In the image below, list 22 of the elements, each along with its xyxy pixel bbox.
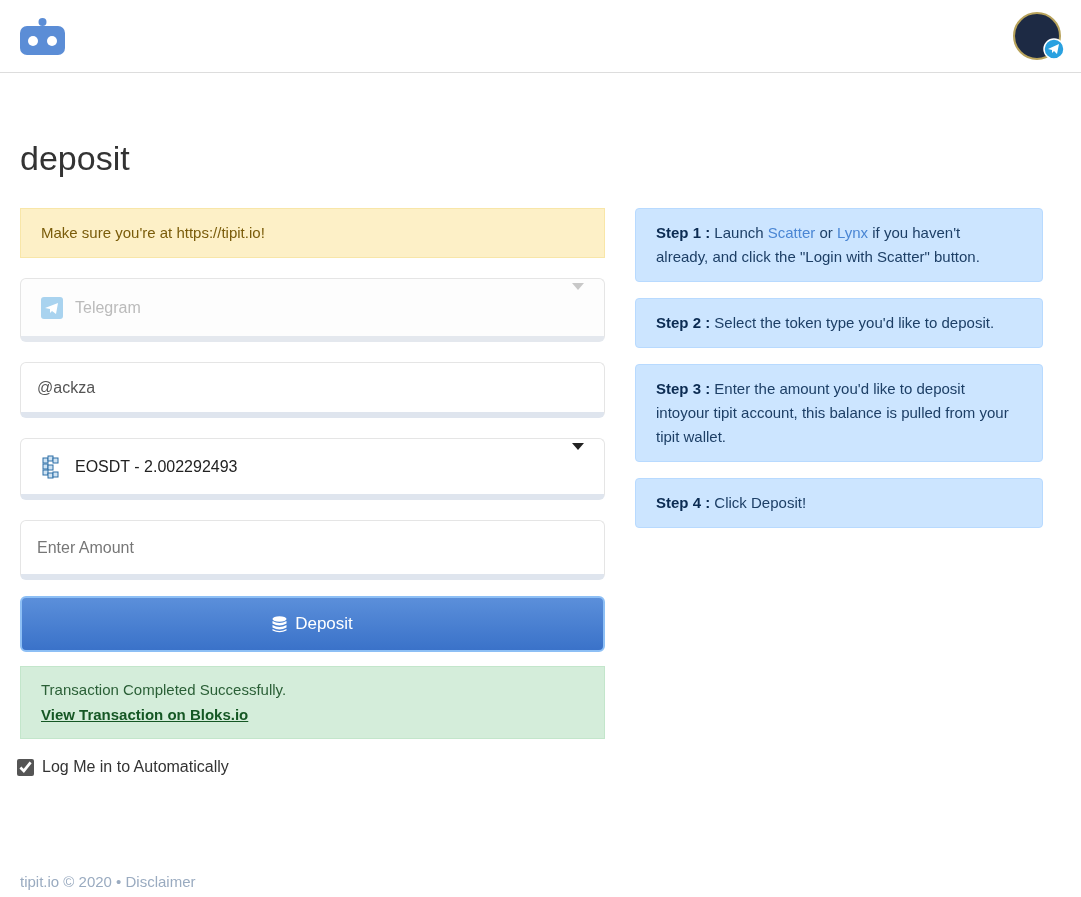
step-text: Step 2 : Select the token type you'd like to deposit. (656, 312, 996, 333)
caret-icon (572, 283, 584, 290)
paper-plane-icon (41, 296, 63, 319)
username-field[interactable]: @ackza (20, 362, 605, 418)
auto-login-checkbox[interactable] (17, 758, 34, 776)
step-text: Step 4 : Click Deposit! (656, 492, 808, 513)
page-title: deposit (20, 138, 131, 179)
view-transaction-link[interactable]: View Transaction on Bloks.io (41, 703, 249, 726)
step-text: Step 1 : Launch Scatter or Lynx if you haven't already, and click the "Login with Scatter" button. (656, 222, 981, 267)
coin-stack-icon (272, 615, 288, 633)
amount-field[interactable]: Enter Amount (20, 520, 605, 580)
footer-text: tipit.io © 2020 • Disclaimer (20, 872, 197, 892)
auto-login-label: Log Me in to Automatically (42, 757, 229, 777)
caret-icon (572, 443, 584, 450)
token-select[interactable]: EOSDT - 2.002292493 (20, 438, 605, 500)
robot-logo-icon[interactable] (20, 17, 65, 55)
success-message: Transaction Completed Successfully. (41, 680, 287, 700)
paper-plane-badge-icon (1043, 38, 1065, 60)
deposit-button[interactable]: Deposit (20, 596, 605, 652)
platform-select: Telegram (20, 278, 605, 342)
warning-alert: Make sure you're at https://tipit.io! (20, 207, 605, 258)
step-text: Step 3 : Enter the amount you'd like to deposit intoyour tipit account, this balance is pulled from your tipit wallet. (656, 378, 1010, 447)
